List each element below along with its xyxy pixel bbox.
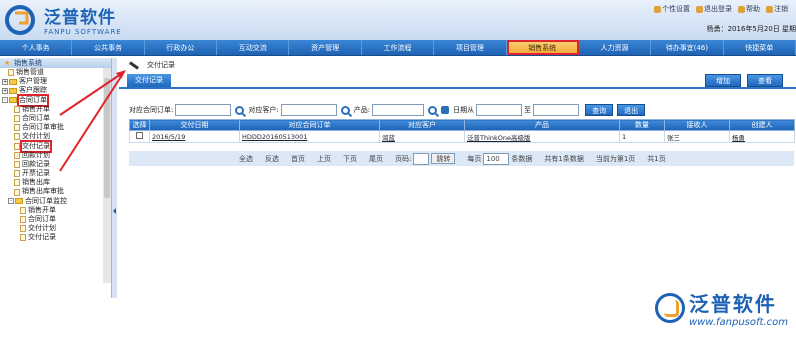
annotation-arrowhead <box>116 70 126 79</box>
annotation-arrow-2 <box>59 71 125 172</box>
footer-url: www.fanpusoft.com <box>688 317 788 328</box>
footer-logo-icon <box>654 293 685 323</box>
footer-logo-cn: 泛普软件 <box>688 292 777 316</box>
footer-logo: 泛普软件 www.fanpusoft.com <box>654 288 788 328</box>
annotation-arrow-1 <box>59 71 125 116</box>
